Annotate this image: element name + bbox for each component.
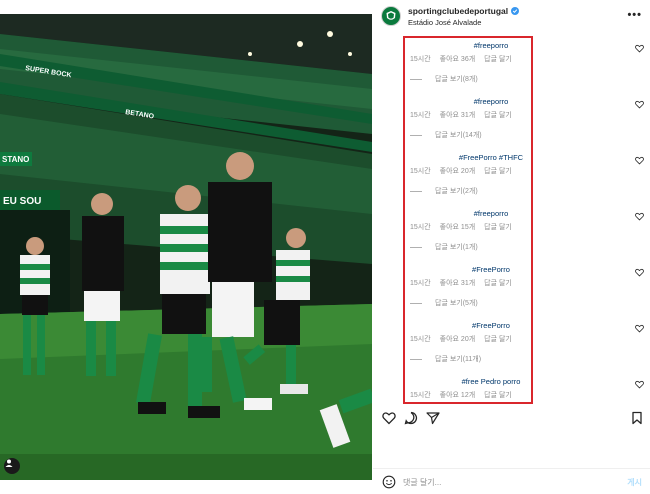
comment-time: 15시간 [410, 280, 431, 287]
view-replies-button[interactable]: 답글 보기(1개) [410, 242, 478, 252]
divider-line [410, 358, 422, 360]
post-header: sportingclubedeportugal Estádio José Alv… [373, 0, 650, 34]
reply-button[interactable]: 답글 달기 [484, 54, 512, 64]
comment-item: #freeporro 15시간 좋아요 31개 답글 달기 답글 보기(14개) [373, 92, 650, 148]
emoji-icon[interactable] [382, 475, 396, 489]
comment-text[interactable]: #freeporro [373, 41, 609, 50]
view-replies-button[interactable]: 답글 보기(8개) [410, 74, 478, 84]
view-replies-label[interactable]: 답글 보기(5개) [435, 298, 478, 308]
comment-time: 15시간 [410, 224, 431, 231]
view-replies-button[interactable]: 답글 보기(5개) [410, 298, 478, 308]
location-link[interactable]: Estádio José Alvalade [408, 18, 481, 27]
comment-time: 15시간 [410, 336, 431, 343]
comment-meta: 15시간 좋아요 36개 답글 달기 [410, 54, 512, 64]
comment-meta: 15시간 좋아요 20개 답글 달기 [410, 334, 512, 344]
comment-item: #FreePorro #THFC 15시간 좋아요 20개 답글 달기 답글 보… [373, 148, 650, 204]
comment-text[interactable]: #free Pedro porro [373, 377, 609, 386]
comment-item: #freeporro 15시간 좋아요 15개 답글 달기 답글 보기(1개) [373, 204, 650, 260]
comment-time: 15시간 [410, 392, 431, 399]
comment-input[interactable] [403, 475, 603, 489]
divider-line [410, 246, 422, 248]
reply-button[interactable]: 답글 달기 [484, 110, 512, 120]
view-replies-button[interactable]: 답글 보기(2개) [410, 186, 478, 196]
view-replies-button[interactable]: 답글 보기(11개) [410, 354, 481, 364]
post-side-panel: sportingclubedeportugal Estádio José Alv… [373, 0, 650, 494]
post-actions-bar [373, 408, 650, 430]
comment-time: 15시간 [410, 56, 431, 63]
post-comment-button[interactable]: 게시 [627, 477, 642, 488]
heart-icon[interactable] [635, 212, 644, 221]
comment-likes[interactable]: 좋아요 20개 [440, 166, 476, 176]
verified-badge-icon [511, 7, 520, 15]
heart-icon[interactable] [635, 324, 644, 333]
comment-meta: 15시간 좋아요 20개 답글 달기 [410, 166, 512, 176]
banner-stano: STANO [2, 155, 29, 164]
bookmark-icon[interactable] [630, 411, 644, 425]
comments-list[interactable]: #freeporro 15시간 좋아요 36개 답글 달기 답글 보기(8개) … [373, 36, 650, 403]
view-replies-label[interactable]: 답글 보기(2개) [435, 186, 478, 196]
comment-item: #freeporro 15시간 좋아요 36개 답글 달기 답글 보기(8개) [373, 36, 650, 92]
heart-icon[interactable] [635, 268, 644, 277]
comment-likes[interactable]: 좋아요 31개 [440, 110, 476, 120]
reply-button[interactable]: 답글 달기 [484, 390, 512, 400]
post-photo[interactable]: SUPER BOCK BETANO STANO EU SOU [0, 14, 372, 480]
add-comment-bar: 게시 [373, 468, 650, 494]
share-send-icon[interactable] [426, 411, 440, 425]
comment-time: 15시간 [410, 112, 431, 119]
reply-button[interactable]: 답글 달기 [484, 166, 512, 176]
view-replies-label[interactable]: 답글 보기(14개) [435, 130, 482, 140]
view-replies-label[interactable]: 답글 보기(8개) [435, 74, 478, 84]
username[interactable]: sportingclubedeportugal [408, 6, 520, 16]
stadium-photo-illustration: SUPER BOCK BETANO STANO EU SOU [0, 14, 372, 480]
comment-text[interactable]: #freeporro [373, 97, 609, 106]
username-label[interactable]: sportingclubedeportugal [408, 6, 508, 16]
comment-text[interactable]: #FreePorro [373, 265, 609, 274]
comment-likes[interactable]: 좋아요 31개 [440, 278, 476, 288]
divider-line [410, 134, 422, 136]
comment-meta: 15시간 좋아요 15개 답글 달기 [410, 222, 512, 232]
divider-line [410, 302, 422, 304]
comment-likes[interactable]: 좋아요 20개 [440, 334, 476, 344]
comment-meta: 15시간 좋아요 12개 답글 달기 [410, 390, 512, 400]
comment-item: #FreePorro 15시간 좋아요 31개 답글 달기 답글 보기(5개) [373, 260, 650, 316]
heart-icon[interactable] [635, 100, 644, 109]
view-replies-button[interactable]: 답글 보기(14개) [410, 130, 482, 140]
comment-likes[interactable]: 좋아요 36개 [440, 54, 476, 64]
divider-line [410, 190, 422, 192]
reply-button[interactable]: 답글 달기 [484, 278, 512, 288]
heart-icon[interactable] [635, 44, 644, 53]
comment-meta: 15시간 좋아요 31개 답글 달기 [410, 110, 512, 120]
like-heart-icon[interactable] [382, 411, 396, 425]
heart-icon[interactable] [635, 156, 644, 165]
comment-time: 15시간 [410, 168, 431, 175]
comment-bubble-icon[interactable] [404, 411, 418, 425]
comment-likes[interactable]: 좋아요 15개 [440, 222, 476, 232]
view-replies-label[interactable]: 답글 보기(1개) [435, 242, 478, 252]
tagged-user-icon[interactable] [4, 458, 20, 474]
reply-button[interactable]: 답글 달기 [484, 222, 512, 232]
comment-meta: 15시간 좋아요 31개 답글 달기 [410, 278, 512, 288]
view-replies-label[interactable]: 답글 보기(11개) [435, 354, 481, 364]
banner-eusou: EU SOU [3, 196, 41, 207]
more-options-icon[interactable]: ••• [627, 9, 642, 21]
avatar[interactable] [381, 6, 401, 26]
comment-likes[interactable]: 좋아요 12개 [440, 390, 476, 400]
comment-text[interactable]: #FreePorro #THFC [373, 153, 609, 162]
comment-text[interactable]: #FreePorro [373, 321, 609, 330]
reply-button[interactable]: 답글 달기 [484, 334, 512, 344]
comment-text[interactable]: #freeporro [373, 209, 609, 218]
comment-item: #FreePorro 15시간 좋아요 20개 답글 달기 답글 보기(11개) [373, 316, 650, 372]
divider-line [410, 78, 422, 80]
sporting-crest-icon [386, 11, 396, 20]
heart-icon[interactable] [635, 380, 644, 389]
